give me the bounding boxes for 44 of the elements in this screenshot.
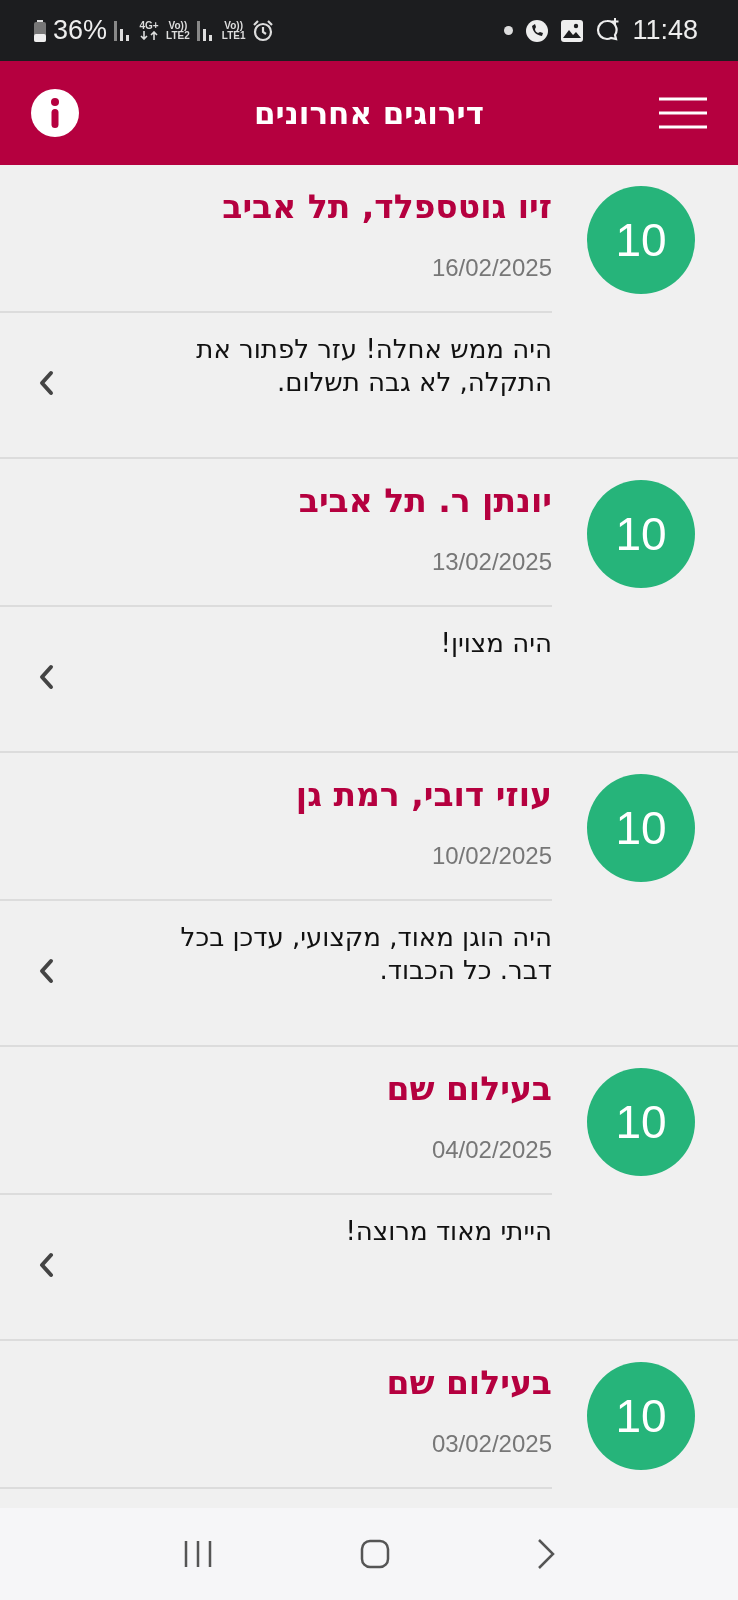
review-date: 13/02/2025 <box>431 547 552 577</box>
alarm-icon <box>252 19 275 42</box>
volte-label: Vo)) <box>168 20 188 31</box>
menu-icon[interactable] <box>659 97 707 129</box>
home-icon[interactable] <box>360 1539 390 1569</box>
reviewer-name: בעילום שם <box>386 1362 552 1404</box>
data-arrows-icon <box>139 31 160 40</box>
chevron-icon[interactable] <box>38 370 54 396</box>
reviewer-name: זיו גוטספלד, תל אביב <box>222 186 552 228</box>
review-date: 04/02/2025 <box>431 1135 552 1165</box>
reviewer-name: עוזי דובי, רמת גן <box>295 774 552 816</box>
score-badge: 10 <box>587 480 695 588</box>
review-comment: הייתי מאוד מרוצה! <box>344 1215 552 1248</box>
phone-bubble-icon <box>525 18 550 43</box>
back-icon[interactable] <box>536 1538 555 1570</box>
chat-icon <box>595 18 621 43</box>
score-badge: 10 <box>587 1068 695 1176</box>
signal-icon <box>196 20 215 41</box>
reviewer-name: יונתן ר. תל אביב <box>298 480 552 522</box>
network-type: 4G+ <box>139 21 159 31</box>
review-comment: היה ממש אחלה! עזר לפתור את התקלה, לא גבה תשלום. <box>195 333 552 399</box>
clock-time: 11:48 <box>632 15 698 46</box>
review-date: 10/02/2025 <box>431 841 552 871</box>
chevron-icon[interactable] <box>38 958 54 984</box>
info-icon[interactable] <box>31 89 79 137</box>
dot-icon <box>504 26 514 35</box>
review-comment: היה מצוין! <box>439 627 552 660</box>
score-badge: 10 <box>587 774 695 882</box>
score-badge: 10 <box>587 1362 695 1470</box>
score-badge: 10 <box>587 186 695 294</box>
image-icon <box>561 19 584 42</box>
reviewer-name: בעילום שם <box>386 1068 552 1110</box>
lte-label: LTE2 <box>166 30 190 41</box>
screen-title: דירוגים אחרונים <box>254 95 484 131</box>
chevron-icon[interactable] <box>38 1252 54 1278</box>
review-date: 16/02/2025 <box>431 253 552 283</box>
review-comment: היה הוגן מאוד, מקצועי, עדכן בכל דבר. כל הכבוד. <box>179 921 552 987</box>
volte-label: Vo)) <box>224 20 243 31</box>
battery-percentage: 36% <box>53 15 108 46</box>
recent-apps-icon[interactable] <box>183 1540 214 1568</box>
chevron-icon[interactable] <box>38 664 54 690</box>
battery-icon <box>34 19 46 42</box>
review-date: 03/02/2025 <box>431 1429 552 1459</box>
lte-label: LTE1 <box>221 30 246 41</box>
